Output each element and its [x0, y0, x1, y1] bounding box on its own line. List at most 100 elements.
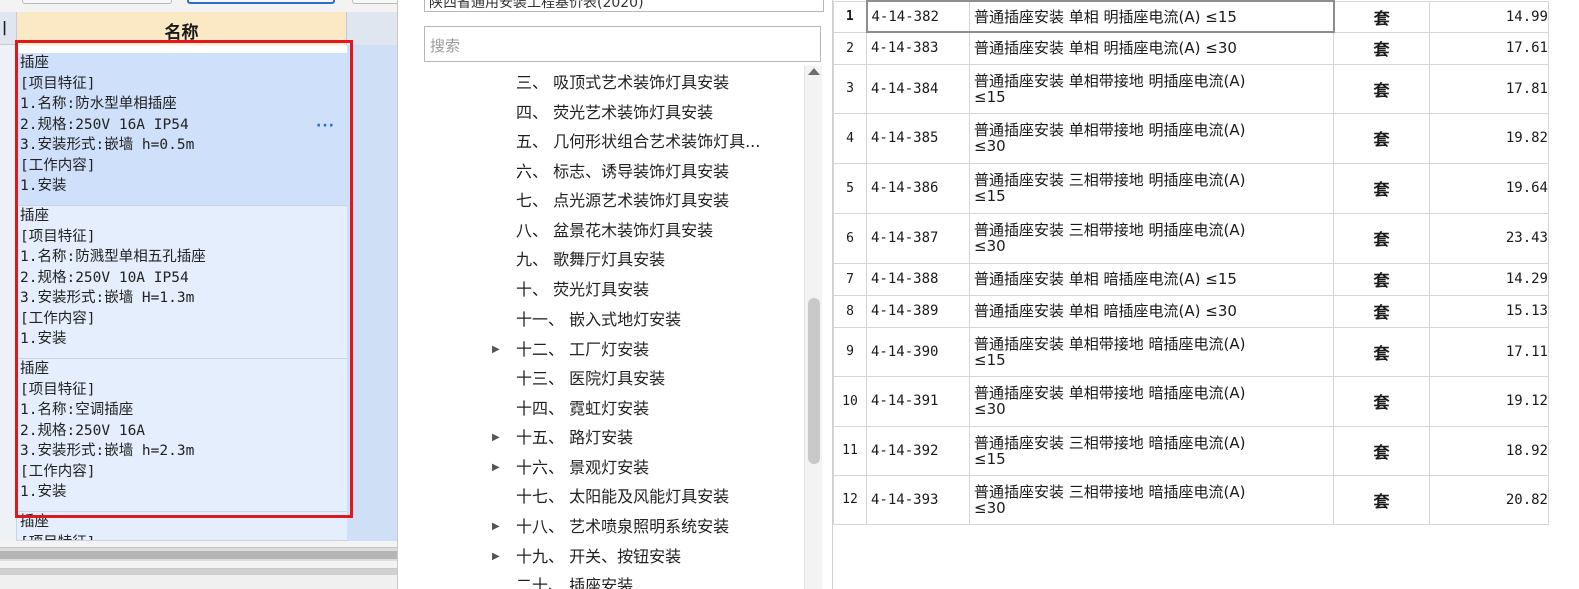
quota-code[interactable]: 4-14-385	[866, 112, 970, 164]
quota-code[interactable]: 4-14-390	[866, 326, 970, 377]
quota-price[interactable]: 19.82	[1429, 112, 1549, 164]
row-number[interactable]: 11	[833, 425, 867, 476]
quota-name[interactable]: 普通插座安装 单相 暗插座电流(A) ≤15	[969, 262, 1334, 296]
scroll-up-arrow-icon[interactable]	[808, 68, 820, 75]
expand-arrow-icon[interactable]: ▶	[492, 454, 500, 482]
quota-code[interactable]: 4-14-393	[866, 474, 970, 525]
tree-item[interactable]: ▶ 十九、 开关、按钮安装	[492, 543, 681, 571]
row-number[interactable]: 8	[833, 294, 867, 328]
bill-record[interactable]: 插座 [项目特征] 1.名称:空调插座 2.规格:250V 16A 3.安装形式…	[17, 359, 347, 512]
bill-record[interactable]: 插座 [项目特征] 1.名称:防溅型单相五孔插座 2.规格:250V 10A I…	[17, 206, 347, 359]
row-number[interactable]: 12	[833, 474, 867, 525]
quota-name[interactable]: 普通插座安装 单相 明插座电流(A) ≤15	[969, 0, 1335, 33]
tree-item[interactable]: 十四、 霓虹灯安装	[516, 395, 649, 423]
tree-item[interactable]: 十三、 医院灯具安装	[516, 365, 665, 393]
expand-arrow-icon[interactable]: ▶	[492, 543, 500, 571]
row-number[interactable]: 10	[833, 375, 867, 427]
quota-unit[interactable]: 套	[1333, 31, 1430, 65]
quota-price[interactable]: 15.13	[1429, 294, 1549, 328]
search-input[interactable]: 搜索	[424, 26, 821, 62]
quota-code[interactable]: 4-14-382	[865, 0, 970, 33]
scrollbar-thumb[interactable]	[0, 551, 397, 559]
expand-arrow-icon[interactable]: ▶	[492, 424, 500, 452]
quota-row[interactable]: 3 4-14-384 普通插座安装 单相带接地 明插座电流(A) ≤15 套 17.81	[833, 63, 1549, 114]
quota-code[interactable]: 4-14-387	[866, 212, 970, 264]
tree-item[interactable]: 九、 歌舞厅灯具安装	[516, 246, 665, 274]
quota-row[interactable]: 7 4-14-388 普通插座安装 单相 暗插座电流(A) ≤15 套 14.29	[833, 262, 1549, 296]
quota-unit[interactable]: 套	[1333, 326, 1430, 377]
quota-unit[interactable]: 套	[1333, 474, 1430, 525]
quota-row[interactable]: 12 4-14-393 普通插座安装 三相带接地 暗插座电流(A) ≤30 套 20.82	[833, 474, 1549, 525]
quota-unit[interactable]: 套	[1333, 294, 1430, 328]
quota-price[interactable]: 14.99	[1429, 0, 1549, 33]
tree-item[interactable]: 三、 吸顶式艺术装饰灯具安装	[516, 69, 729, 97]
quota-price[interactable]: 17.81	[1429, 63, 1549, 114]
quota-row[interactable]: 5 4-14-386 普通插座安装 三相带接地 明插座电流(A) ≤15 套 19.64	[833, 162, 1549, 214]
quota-row[interactable]: 2 4-14-383 普通插座安装 单相 明插座电流(A) ≤30 套 17.61	[833, 31, 1549, 65]
row-number[interactable]: 4	[833, 112, 867, 164]
quota-row[interactable]: 4 4-14-385 普通插座安装 单相带接地 明插座电流(A) ≤30 套 19.82	[833, 112, 1549, 164]
toolbar-button-2[interactable]	[187, 0, 335, 4]
quota-name[interactable]: 普通插座安装 三相带接地 暗插座电流(A) ≤15	[969, 425, 1334, 476]
toolbar-button-1[interactable]	[22, 0, 172, 4]
tree-item[interactable]: 七、 点光源艺术装饰灯具安装	[516, 187, 729, 215]
quota-unit[interactable]: 套	[1333, 425, 1430, 476]
tree-item[interactable]: ▶ 十八、 艺术喷泉照明系统安装	[492, 513, 729, 541]
tree-item[interactable]: ▶ 十五、 路灯安装	[492, 424, 633, 452]
quota-code[interactable]: 4-14-388	[866, 262, 970, 296]
quota-price[interactable]: 17.11	[1429, 326, 1549, 377]
expand-arrow-icon[interactable]: ▶	[492, 336, 500, 364]
quota-name[interactable]: 普通插座安装 单相带接地 明插座电流(A) ≤30	[969, 112, 1334, 164]
quota-code[interactable]: 4-14-386	[866, 162, 970, 214]
vertical-scrollbar[interactable]	[804, 66, 822, 589]
splitter-grip[interactable]	[0, 569, 397, 575]
tree-item[interactable]: ▶ 十六、 景观灯安装	[492, 454, 649, 482]
tree-item[interactable]: 十、 荧光灯具安装	[516, 276, 649, 304]
quota-unit[interactable]: 套	[1333, 212, 1430, 264]
quota-name[interactable]: 普通插座安装 单相带接地 暗插座电流(A) ≤15	[969, 326, 1334, 377]
row-number[interactable]: 5	[833, 162, 867, 214]
horizontal-scrollbar[interactable]	[0, 547, 397, 561]
quota-unit[interactable]: 套	[1333, 0, 1430, 33]
row-number[interactable]: 3	[833, 63, 867, 114]
quota-price[interactable]: 19.12	[1429, 375, 1549, 427]
tree-item[interactable]: 十七、 太阳能及风能灯具安装	[516, 483, 729, 511]
quota-price[interactable]: 14.29	[1429, 262, 1549, 296]
quota-library-select[interactable]: 陕西省通用安装工程基价表(2020)	[424, 0, 824, 12]
quota-code[interactable]: 4-14-391	[866, 375, 970, 427]
row-number[interactable]: 9	[833, 326, 867, 377]
quota-code[interactable]: 4-14-383	[866, 31, 970, 65]
quota-row[interactable]: 1 4-14-382 普通插座安装 单相 明插座电流(A) ≤15 套 14.99	[833, 0, 1549, 33]
tree-item[interactable]: ▶ 十二、 工厂灯安装	[492, 336, 649, 364]
bill-record[interactable]: 插座 [项目特征]	[17, 512, 347, 541]
quota-price[interactable]: 19.64	[1429, 162, 1549, 214]
quota-price[interactable]: 18.92	[1429, 425, 1549, 476]
quota-unit[interactable]: 套	[1333, 162, 1430, 214]
quota-name[interactable]: 普通插座安装 单相 明插座电流(A) ≤30	[969, 31, 1334, 65]
quota-price[interactable]: 17.61	[1429, 31, 1549, 65]
quota-name[interactable]: 普通插座安装 单相 暗插座电流(A) ≤30	[969, 294, 1334, 328]
quota-unit[interactable]: 套	[1333, 375, 1430, 427]
quota-price[interactable]: 20.82	[1429, 474, 1549, 525]
scrollbar-thumb[interactable]	[808, 298, 820, 464]
quota-row[interactable]: 11 4-14-392 普通插座安装 三相带接地 暗插座电流(A) ≤15 套 18.92	[833, 425, 1549, 476]
quota-row[interactable]: 6 4-14-387 普通插座安装 三相带接地 明插座电流(A) ≤30 套 23.43	[833, 212, 1549, 264]
tree-item[interactable]: 十一、 嵌入式地灯安装	[516, 306, 681, 334]
row-number[interactable]: 7	[833, 262, 867, 296]
tree-item[interactable]: 八、 盆景花木装饰灯具安装	[516, 217, 713, 245]
row-number[interactable]: 1	[833, 0, 867, 33]
quota-price[interactable]: 23.43	[1429, 212, 1549, 264]
quota-unit[interactable]: 套	[1333, 63, 1430, 114]
quota-code[interactable]: 4-14-384	[866, 63, 970, 114]
quota-name[interactable]: 普通插座安装 单相带接地 暗插座电流(A) ≤30	[969, 375, 1334, 427]
tree-item[interactable]: 五、 几何形状组合艺术装饰灯具...	[516, 128, 760, 156]
bill-record[interactable]: 插座 [项目特征] 1.名称:防水型单相插座 2.规格:250V 16A IP5…	[17, 53, 347, 206]
tree-item[interactable]: 二十、 插座安装	[516, 572, 633, 589]
tree-item[interactable]: 六、 标志、诱导装饰灯具安装	[516, 158, 729, 186]
quota-name[interactable]: 普通插座安装 三相带接地 暗插座电流(A) ≤30	[969, 474, 1334, 525]
tree-item[interactable]: 四、 荧光艺术装饰灯具安装	[516, 99, 713, 127]
expand-arrow-icon[interactable]: ▶	[492, 513, 500, 541]
quota-code[interactable]: 4-14-392	[866, 425, 970, 476]
more-options-button[interactable]: ···	[316, 118, 335, 134]
quota-name[interactable]: 普通插座安装 单相带接地 明插座电流(A) ≤15	[969, 63, 1334, 114]
